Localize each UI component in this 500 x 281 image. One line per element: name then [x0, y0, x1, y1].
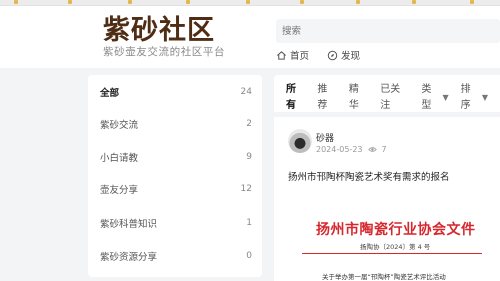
type-filter-label: 类型 — [421, 84, 432, 111]
bookmark-icon — [356, 0, 360, 4]
sidebar-item-count: 0 — [246, 251, 252, 261]
document-heading: 扬州市陶瓷行业协会文件 — [316, 222, 476, 238]
sidebar-item-count: 24 — [240, 87, 252, 97]
sidebar-item-label: 紫砂科普知识 — [100, 219, 158, 230]
document-red-rule — [302, 253, 482, 254]
bookmark-icon — [300, 0, 304, 4]
bookmark-icon — [412, 0, 416, 4]
category-sidebar: 全部 24 紫砂交流 2 小白请教 9 壶友分享 12 紫砂科普知识 1 紫砂资… — [88, 75, 262, 277]
bookmark-icon — [470, 0, 474, 4]
document-number: 扬陶协〔2024〕第 4 号 — [360, 243, 431, 251]
chevron-down-icon: ▼ — [481, 93, 488, 102]
bookmark-icon — [68, 0, 72, 4]
bookmark-icon — [128, 0, 132, 4]
sidebar-item-beginner[interactable]: 小白请教 9 — [100, 147, 252, 167]
bookmark-icon — [186, 0, 190, 4]
post-meta: 2024-05-23 7 — [316, 145, 387, 154]
site-logo-title[interactable]: 紫砂社区 — [103, 15, 215, 47]
avatar[interactable] — [288, 129, 312, 153]
bookmark-icon — [14, 0, 18, 4]
search-input[interactable] — [276, 19, 500, 44]
post-feed: 所有 推荐 精华 已关注 类型 ▼ 排序 ▼ 砂器 2024-05-23 7 扬… — [274, 75, 500, 281]
sidebar-item-share[interactable]: 壶友分享 12 — [100, 179, 252, 199]
sidebar-item-resources[interactable]: 紫砂资源分享 0 — [100, 246, 252, 266]
nav-discover[interactable]: 发现 — [327, 48, 360, 62]
document-first-line: 关于举办第一届“邗陶杯”陶瓷艺术评比活动 — [322, 273, 446, 281]
sidebar-item-all[interactable]: 全部 24 — [100, 82, 252, 102]
divider — [274, 112, 500, 117]
post-image[interactable]: 扬州市陶瓷行业协会文件 扬陶协〔2024〕第 4 号 关于举办第一届“邗陶杯”陶… — [292, 199, 492, 281]
site-tagline: 紫砂壶友交流的社区平台 — [103, 46, 226, 58]
eye-icon — [367, 147, 377, 152]
sidebar-item-label: 紫砂资源分享 — [100, 252, 158, 263]
tab-all[interactable]: 所有 — [286, 84, 305, 111]
sidebar-item-count: 12 — [240, 184, 252, 194]
tab-featured[interactable]: 精华 — [349, 84, 368, 111]
sort-label: 排序 — [460, 84, 471, 111]
tab-following[interactable]: 已关注 — [380, 84, 409, 111]
feed-tabs: 所有 推荐 精华 已关注 类型 ▼ 排序 ▼ — [286, 84, 500, 111]
bookmark-icon — [246, 0, 250, 4]
sort-dropdown[interactable]: 排序 ▼ — [461, 84, 488, 111]
sidebar-item-label: 全部 — [100, 88, 120, 99]
sidebar-item-label: 壶友分享 — [100, 185, 139, 196]
post-views: 7 — [381, 145, 387, 154]
post-title[interactable]: 扬州市邗陶杯陶瓷艺术奖有需求的报名 — [288, 169, 450, 183]
sidebar-item-label: 小白请教 — [100, 153, 139, 164]
nav-home-label: 首页 — [290, 51, 310, 62]
type-filter-dropdown[interactable]: 类型 ▼ — [421, 84, 449, 111]
sidebar-item-count: 9 — [246, 152, 252, 162]
sidebar-item-label: 紫砂交流 — [100, 120, 139, 131]
nav-home[interactable]: 首页 — [276, 48, 309, 62]
home-icon — [277, 50, 286, 60]
site-header: 紫砂社区 紫砂壶友交流的社区平台 首页 发现 — [0, 6, 500, 68]
sidebar-item-exchange[interactable]: 紫砂交流 2 — [100, 114, 252, 134]
post-date: 2024-05-23 — [316, 145, 363, 154]
tab-recommend[interactable]: 推荐 — [317, 84, 336, 111]
sidebar-item-knowledge[interactable]: 紫砂科普知识 1 — [100, 213, 252, 233]
nav-discover-label: 发现 — [341, 51, 361, 62]
sidebar-item-count: 2 — [246, 119, 252, 129]
search-box — [276, 19, 500, 44]
sidebar-item-count: 1 — [246, 218, 252, 228]
compass-icon — [327, 50, 338, 60]
post-author[interactable]: 砂器 — [316, 131, 334, 144]
chevron-down-icon: ▼ — [442, 93, 449, 102]
